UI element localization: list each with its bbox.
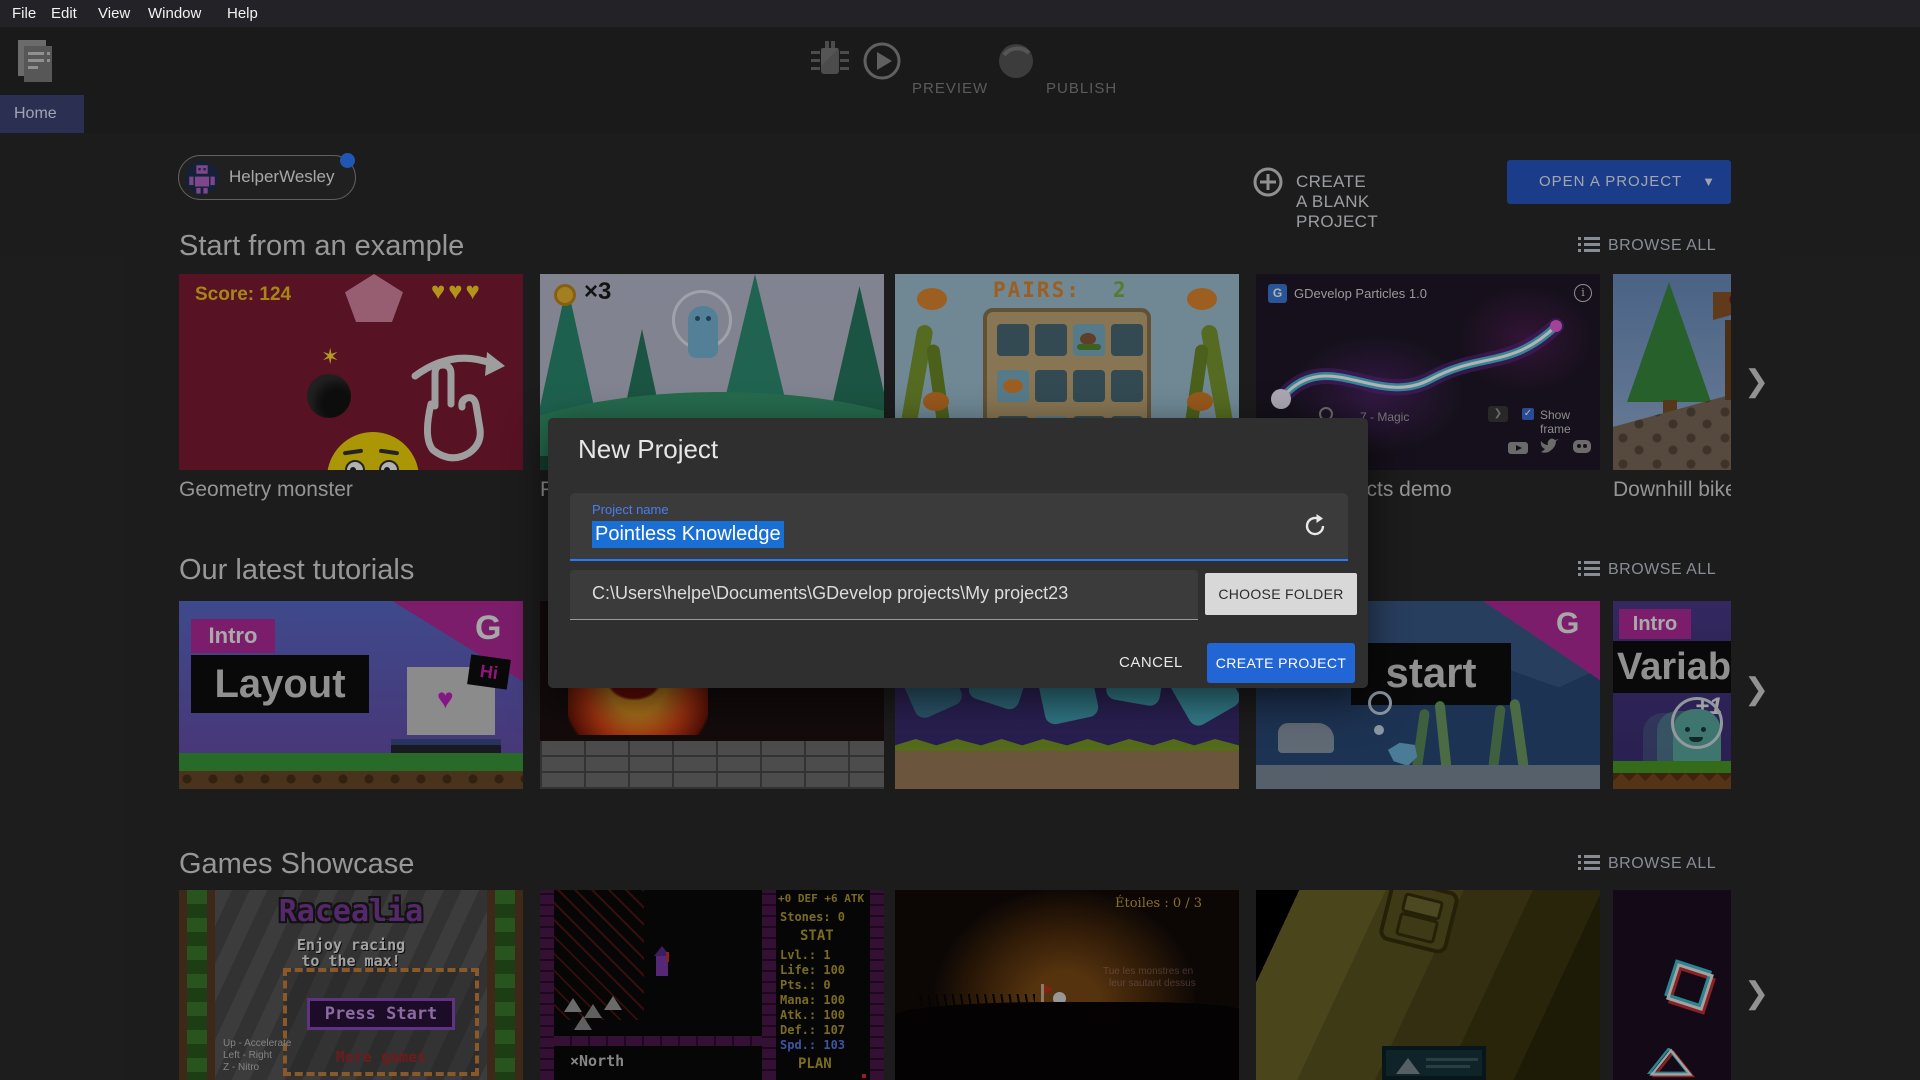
regenerate-name-icon[interactable]: [1302, 513, 1328, 539]
dialog-title: New Project: [578, 434, 718, 465]
app-window: File Edit View Window Help PREVIEW: [0, 0, 1920, 1080]
menu-file[interactable]: File: [12, 0, 36, 27]
project-path-field[interactable]: C:\Users\helpe\Documents\GDevelop projec…: [570, 570, 1198, 620]
choose-folder-button[interactable]: CHOOSE FOLDER: [1205, 573, 1357, 615]
project-path-value: C:\Users\helpe\Documents\GDevelop projec…: [592, 583, 1068, 604]
project-name-label: Project name: [592, 502, 669, 517]
menu-window[interactable]: Window: [148, 0, 201, 27]
project-name-field[interactable]: Project name Pointless Knowledge: [570, 493, 1348, 561]
cancel-button[interactable]: CANCEL: [1119, 654, 1183, 671]
menu-view[interactable]: View: [98, 0, 130, 27]
create-project-button[interactable]: CREATE PROJECT: [1207, 643, 1355, 683]
menu-edit[interactable]: Edit: [51, 0, 77, 27]
menu-bar: File Edit View Window Help: [0, 0, 1920, 27]
menu-help[interactable]: Help: [227, 0, 258, 27]
project-name-value[interactable]: Pointless Knowledge: [592, 521, 784, 548]
new-project-dialog: New Project Project name Pointless Knowl…: [548, 418, 1368, 688]
